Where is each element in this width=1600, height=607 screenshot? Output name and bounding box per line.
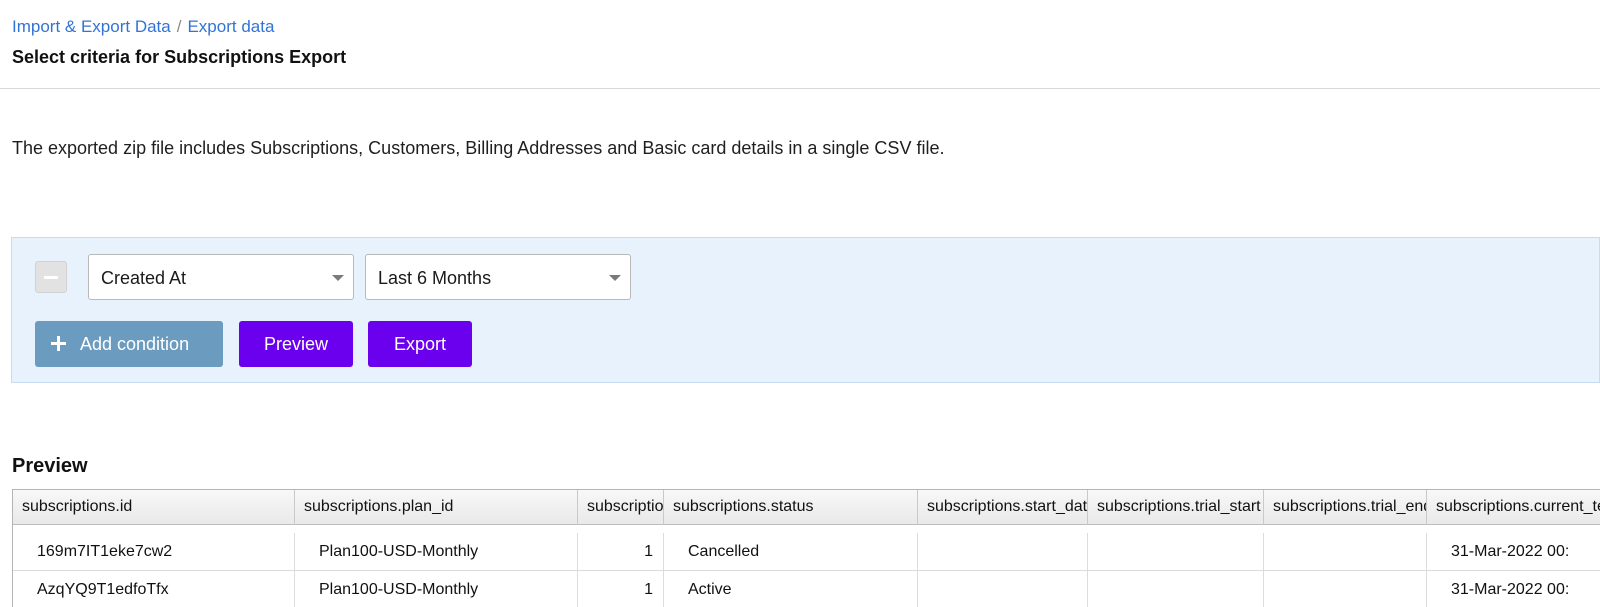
plus-icon: [51, 336, 66, 351]
column-header[interactable]: subscriptions.start_date: [918, 490, 1088, 525]
remove-condition-button[interactable]: [35, 261, 67, 293]
criteria-field-value: Created At: [101, 268, 187, 288]
column-header[interactable]: subscriptions.current_term_start: [1427, 490, 1600, 525]
chevron-down-icon: [332, 275, 344, 281]
export-button[interactable]: Export: [368, 321, 472, 367]
preview-button-label: Preview: [263, 334, 329, 354]
column-header[interactable]: subscriptions.plan_id: [295, 490, 578, 525]
breadcrumb-export-data-link[interactable]: Export data: [187, 17, 274, 36]
table-cell: Active: [664, 571, 918, 607]
table-cell: [1264, 533, 1427, 571]
criteria-range-value: Last 6 Months: [378, 268, 492, 288]
chevron-down-icon: [609, 275, 621, 281]
preview-section-title: Preview: [12, 455, 88, 477]
page-header: Import & Export Data / Export data Select …: [0, 0, 1600, 89]
add-condition-label: Add condition: [80, 334, 190, 354]
preview-grid: subscriptions.id subscriptions.plan_id s…: [12, 489, 1600, 607]
table-cell: [918, 571, 1088, 607]
criteria-panel: Created At Last 6 Months Add condition P…: [11, 237, 1600, 383]
table-cell: 31-Mar-2022 00:: [1427, 571, 1600, 607]
table-row[interactable]: 169m7IT1eke7cw2 Plan100-USD-Monthly 1 Ca…: [13, 533, 1600, 571]
breadcrumb-separator: /: [176, 17, 182, 36]
criteria-field-select[interactable]: Created At: [88, 254, 354, 300]
breadcrumb-import-export-link[interactable]: Import & Export Data: [12, 17, 171, 36]
table-cell: [918, 533, 1088, 571]
breadcrumb: Import & Export Data / Export data: [12, 17, 274, 37]
criteria-range-select[interactable]: Last 6 Months: [365, 254, 631, 300]
table-row[interactable]: AzqYQ9T1edfoTfx Plan100-USD-Monthly 1 Ac…: [13, 571, 1600, 607]
table-cell: Plan100-USD-Monthly: [295, 571, 578, 607]
export-button-label: Export: [393, 334, 447, 354]
table-cell: 169m7IT1eke7cw2: [13, 533, 295, 571]
column-header[interactable]: subscriptions.trial_end: [1264, 490, 1427, 525]
table-cell: [1264, 571, 1427, 607]
preview-button[interactable]: Preview: [239, 321, 353, 367]
column-header[interactable]: subscriptions.status: [664, 490, 918, 525]
table-cell: Plan100-USD-Monthly: [295, 533, 578, 571]
table-cell: 1: [578, 571, 664, 607]
table-cell: 1: [578, 533, 664, 571]
table-cell: AzqYQ9T1edfoTfx: [13, 571, 295, 607]
add-condition-button[interactable]: Add condition: [35, 321, 223, 367]
table-cell: Cancelled: [664, 533, 918, 571]
table-cell: 31-Mar-2022 00:: [1427, 533, 1600, 571]
table-cell: [1088, 571, 1264, 607]
grid-header-row: subscriptions.id subscriptions.plan_id s…: [13, 490, 1600, 525]
table-cell: [1088, 533, 1264, 571]
page-title: Select criteria for Subscriptions Export: [12, 47, 347, 67]
column-header[interactable]: subscriptions.plan_quantity: [578, 490, 664, 525]
column-header[interactable]: subscriptions.trial_start: [1088, 490, 1264, 525]
export-description: The exported zip file includes Subscript…: [12, 138, 945, 158]
column-header[interactable]: subscriptions.id: [13, 490, 295, 525]
